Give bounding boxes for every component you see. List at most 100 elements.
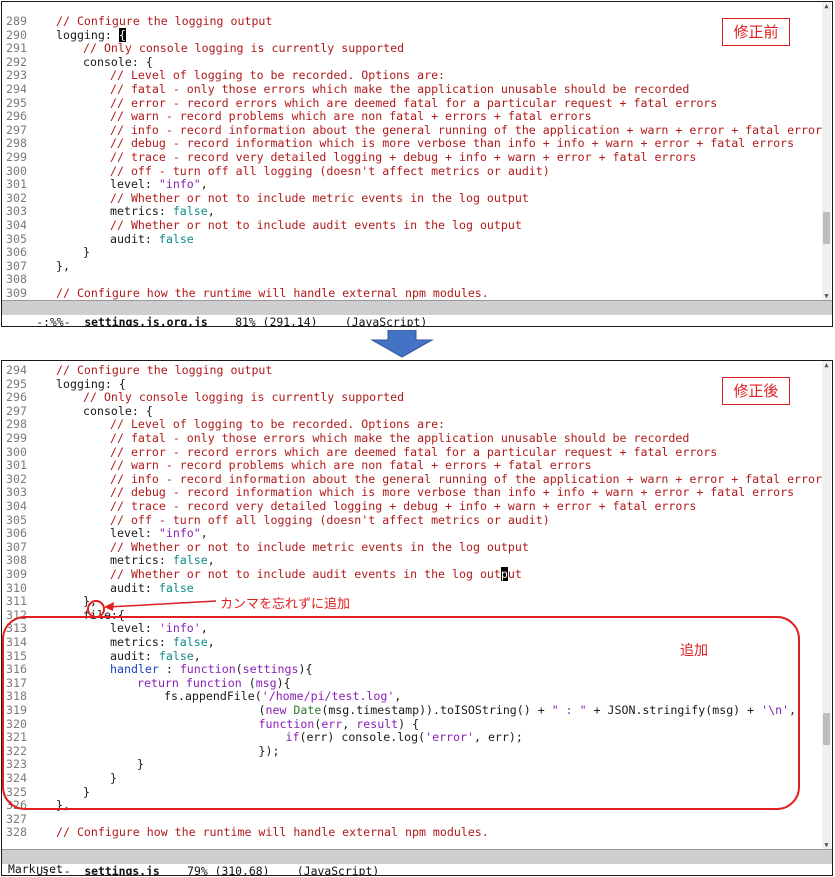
code-text: logging: { <box>56 377 126 392</box>
code-line[interactable]: 290 logging: { <box>2 27 822 43</box>
code-line[interactable]: 320 function(err, result) { <box>2 716 822 732</box>
scrollbar-after[interactable]: ▲ ▼ <box>822 361 831 849</box>
line-number: 303 <box>6 485 27 500</box>
minibuffer[interactable]: Mark set <box>8 863 63 876</box>
text-cursor: { <box>118 27 126 42</box>
line-number: 316 <box>6 662 27 677</box>
code-line[interactable]: 312 file:{ <box>2 608 822 623</box>
code-line[interactable]: 289 // Configure the logging output <box>2 14 822 29</box>
code-line[interactable]: 322}); <box>2 744 822 759</box>
code-token: } <box>83 784 90 799</box>
code-line[interactable]: 310 audit: false <box>2 580 822 596</box>
code-line[interactable]: 323} <box>2 758 822 772</box>
code-line[interactable]: 308 metrics: false, <box>2 554 822 568</box>
code-text: metrics: false, <box>110 635 215 650</box>
code-line[interactable]: 325} <box>2 784 822 800</box>
code-token: // Configure how the runtime will handle… <box>56 825 489 840</box>
code-line[interactable]: 309 // Whether or not to include audit ev… <box>2 567 822 582</box>
code-line[interactable]: 295 // error - record errors which are de… <box>2 96 822 111</box>
code-token: settings <box>242 662 299 677</box>
code-token: , <box>200 526 208 541</box>
code-line[interactable]: 303 metrics: false, <box>2 205 822 219</box>
code-text: }, <box>83 594 97 609</box>
code-line[interactable]: 309 // Configure how the runtime will han… <box>2 286 822 301</box>
code-line[interactable]: 301 level: "info", <box>2 177 822 192</box>
code-line[interactable]: 306 level: "info", <box>2 526 822 541</box>
scroll-up-icon[interactable]: ▲ <box>822 361 831 369</box>
editor-before: 289 // Configure the logging output 290 log… <box>1 1 833 327</box>
code-line[interactable]: 304 // Whether or not to include audit ev… <box>2 218 822 233</box>
code-line[interactable]: 319 (new Date(msg.timestamp)).toISOString… <box>2 703 822 718</box>
code-line[interactable]: 298 // debug - record information which i… <box>2 137 822 151</box>
code-line[interactable]: 296 // warn - record problems which are n… <box>2 109 822 124</box>
code-token: ) { <box>398 716 420 731</box>
comma-annotation: カンマを忘れずに追加 <box>220 597 351 612</box>
code-line[interactable]: 308 <box>2 273 822 287</box>
scrollbar-thumb[interactable] <box>823 713 830 745</box>
code-line[interactable]: 299 // fatal - only those errors which ma… <box>2 431 822 446</box>
code-line[interactable]: 296 // Only console logging is currently … <box>2 390 822 405</box>
code-line[interactable]: 293 // Level of logging to be recorded. O… <box>2 69 822 83</box>
code-line[interactable]: 324} <box>2 771 822 786</box>
code-line[interactable]: 292 console: { <box>2 55 822 70</box>
code-token: " : " <box>551 703 587 717</box>
code-token: }, <box>56 258 70 273</box>
code-token: , <box>207 553 215 568</box>
code-line[interactable]: 297 // info - record information about th… <box>2 123 829 138</box>
code-text: // fatal - only those errors which make … <box>110 82 689 97</box>
code-line[interactable]: 316 handler : function(settings){ <box>2 662 822 677</box>
scroll-down-icon[interactable]: ▼ <box>822 292 831 300</box>
code-line[interactable]: 302 // Whether or not to include metric e… <box>2 191 822 206</box>
code-text: audit: false <box>110 580 194 596</box>
major-mode: (JavaScript) <box>344 315 428 327</box>
code-line[interactable]: 294 // fatal - only those errors which ma… <box>2 82 822 97</box>
code-token: // off - turn off all logging (doesn't a… <box>110 512 550 527</box>
code-line[interactable]: 297 console: { <box>2 404 822 419</box>
code-line[interactable]: 300 // error - record errors which are de… <box>2 445 822 460</box>
code-line[interactable]: 299 // trace - record very detailed loggi… <box>2 150 822 165</box>
code-line[interactable]: 318 fs.appendFile('/home/pi/test.log', <box>2 690 822 704</box>
code-line[interactable]: 305 audit: false <box>2 232 822 247</box>
code-line[interactable]: 303 // debug - record information which i… <box>2 486 822 500</box>
line-number: 307 <box>6 539 27 554</box>
code-token: false <box>172 553 208 568</box>
code-line[interactable]: 301 // warn - record problems which are n… <box>2 458 822 473</box>
code-token: , <box>200 621 208 636</box>
scrollbar-before[interactable]: ▲ ▼ <box>822 2 831 300</box>
code-line[interactable]: 304 // trace - record very detailed loggi… <box>2 499 822 514</box>
code-line[interactable]: 298 // Level of logging to be recorded. O… <box>2 418 822 432</box>
code-line[interactable]: 305 // off - turn off all logging (doesn'… <box>2 512 822 528</box>
line-number: 300 <box>6 163 27 178</box>
line-number: 309 <box>6 286 27 300</box>
down-arrow-icon <box>370 330 434 358</box>
code-line[interactable]: 313 level: 'info', <box>2 622 822 636</box>
code-token: 'info' <box>158 621 201 636</box>
code-line[interactable]: 327 <box>2 812 822 827</box>
code-token: // info - record information about the g… <box>110 122 829 137</box>
code-line[interactable]: 311}, <box>2 594 822 609</box>
code-line[interactable]: 307 // Whether or not to include metric e… <box>2 539 822 555</box>
scrollbar-thumb[interactable] <box>823 212 830 244</box>
code-line[interactable]: 326}, <box>2 798 822 813</box>
code-token: , <box>193 648 201 663</box>
code-token: ut <box>507 567 522 581</box>
code-token: // warn - record problems which are non … <box>110 458 592 473</box>
code-line[interactable]: 291 // Only console logging is currently … <box>2 41 822 56</box>
scroll-up-icon[interactable]: ▲ <box>822 2 831 10</box>
code-token: level: <box>110 621 159 636</box>
code-line[interactable]: 307}, <box>2 258 822 274</box>
code-line[interactable]: 306} <box>2 245 822 260</box>
code-line[interactable]: 295 logging: { <box>2 377 822 392</box>
code-token: audit: <box>110 580 159 595</box>
code-line[interactable]: 317 return function (msg){ <box>2 676 822 691</box>
before-tag: 修正前 <box>722 18 790 46</box>
scroll-down-icon[interactable]: ▼ <box>822 841 831 849</box>
code-line[interactable]: 321 if(err) console.log('error', err); <box>2 730 822 745</box>
code-line[interactable]: 302 // info - record information about th… <box>2 472 829 487</box>
code-line[interactable]: 328 // Configure how the runtime will han… <box>2 826 822 840</box>
code-token: false <box>172 635 208 649</box>
code-line[interactable]: 294 // Configure the logging output <box>2 363 822 378</box>
code-text: file:{ <box>83 608 125 623</box>
line-number: 305 <box>6 512 27 527</box>
code-line[interactable]: 300 // off - turn off all logging (doesn'… <box>2 163 822 179</box>
